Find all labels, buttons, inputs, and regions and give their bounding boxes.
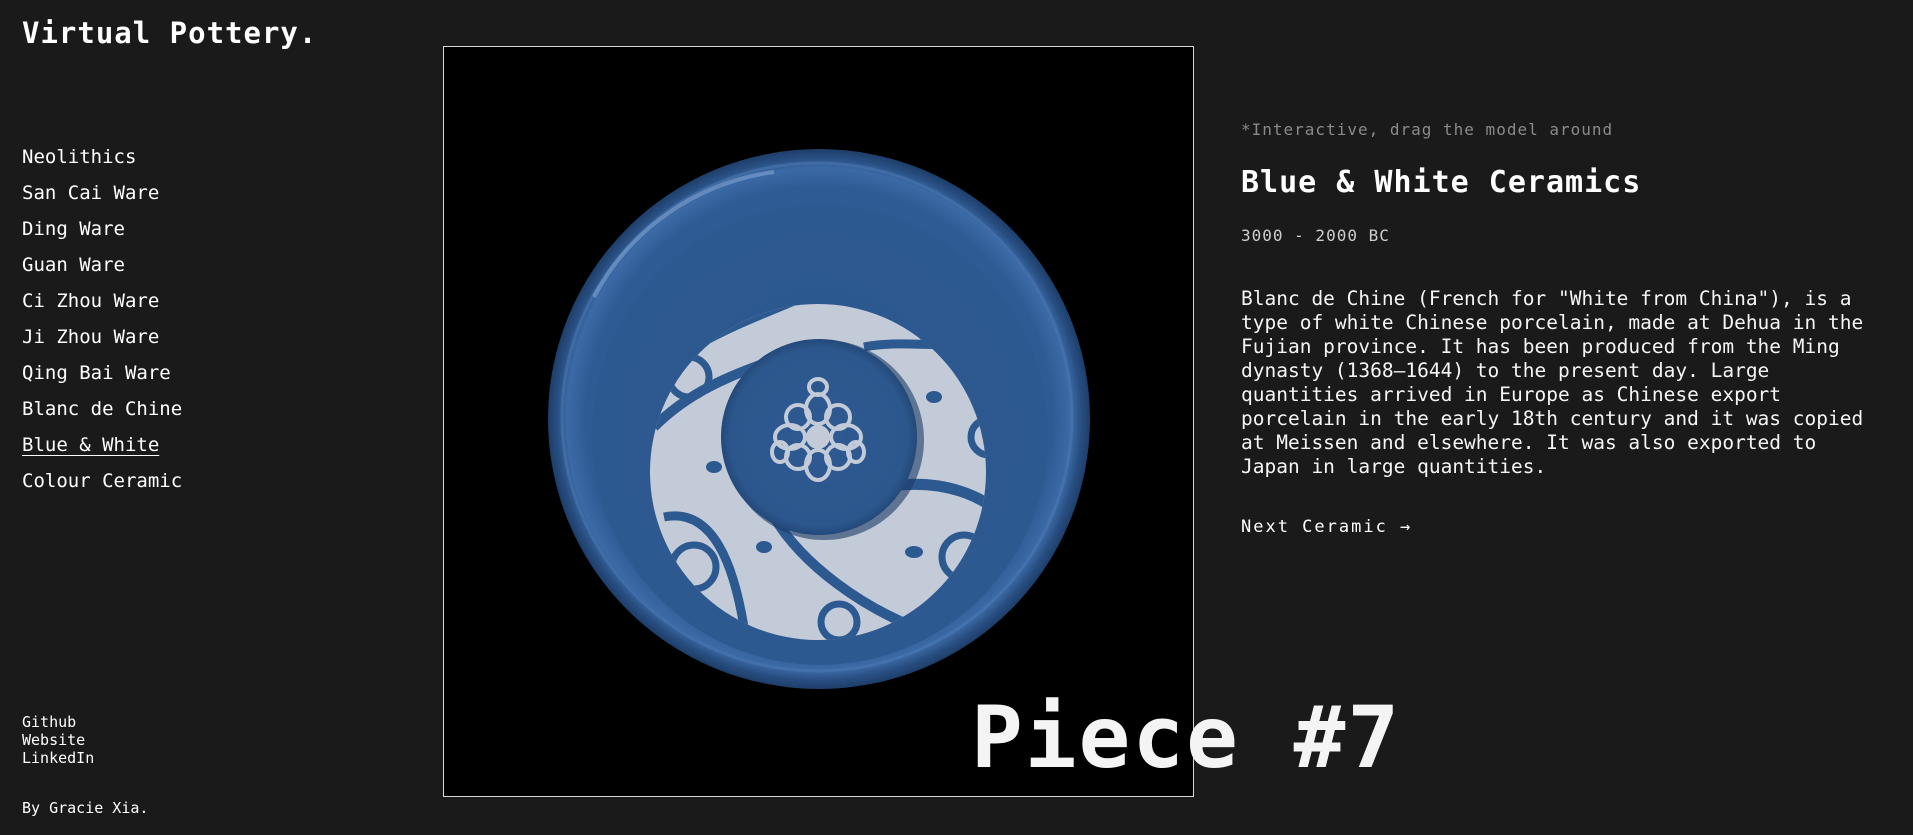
nav-item-qing-bai-ware[interactable]: Qing Bai Ware bbox=[22, 361, 182, 397]
nav-item-neolithics[interactable]: Neolithics bbox=[22, 145, 182, 181]
ceramic-info-panel: *Interactive, drag the model around Blue… bbox=[1241, 120, 1881, 537]
ceramic-title: Blue & White Ceramics bbox=[1241, 165, 1642, 200]
nav-item-blue-and-white[interactable]: Blue & White bbox=[22, 433, 182, 469]
ceramic-plate-model[interactable] bbox=[444, 47, 1194, 797]
ceramic-description: Blanc de Chine (French for "White from C… bbox=[1241, 287, 1864, 478]
3d-model-viewer[interactable] bbox=[443, 46, 1194, 797]
github-link[interactable]: Github bbox=[22, 713, 94, 731]
site-logo[interactable]: Virtual Pottery. bbox=[22, 16, 317, 50]
linkedin-link[interactable]: LinkedIn bbox=[22, 749, 94, 767]
interaction-hint: *Interactive, drag the model around bbox=[1241, 120, 1614, 139]
nav-item-blanc-de-chine[interactable]: Blanc de Chine bbox=[22, 397, 182, 433]
nav-item-san-cai-ware[interactable]: San Cai Ware bbox=[22, 181, 182, 217]
piece-number: Piece #7 bbox=[971, 688, 1402, 788]
ceramic-nav: Neolithics San Cai Ware Ding Ware Guan W… bbox=[22, 145, 182, 505]
nav-item-colour-ceramic[interactable]: Colour Ceramic bbox=[22, 469, 182, 505]
nav-item-ding-ware[interactable]: Ding Ware bbox=[22, 217, 182, 253]
ceramic-date: 3000 - 2000 BC bbox=[1241, 226, 1390, 245]
social-links: Github Website LinkedIn bbox=[22, 713, 94, 767]
website-link[interactable]: Website bbox=[22, 731, 94, 749]
nav-item-ji-zhou-ware[interactable]: Ji Zhou Ware bbox=[22, 325, 182, 361]
nav-item-guan-ware[interactable]: Guan Ware bbox=[22, 253, 182, 289]
next-ceramic-button[interactable]: Next Ceramic → bbox=[1241, 517, 1881, 537]
nav-item-ci-zhou-ware[interactable]: Ci Zhou Ware bbox=[22, 289, 182, 325]
author-credit: By Gracie Xia. bbox=[22, 799, 149, 817]
